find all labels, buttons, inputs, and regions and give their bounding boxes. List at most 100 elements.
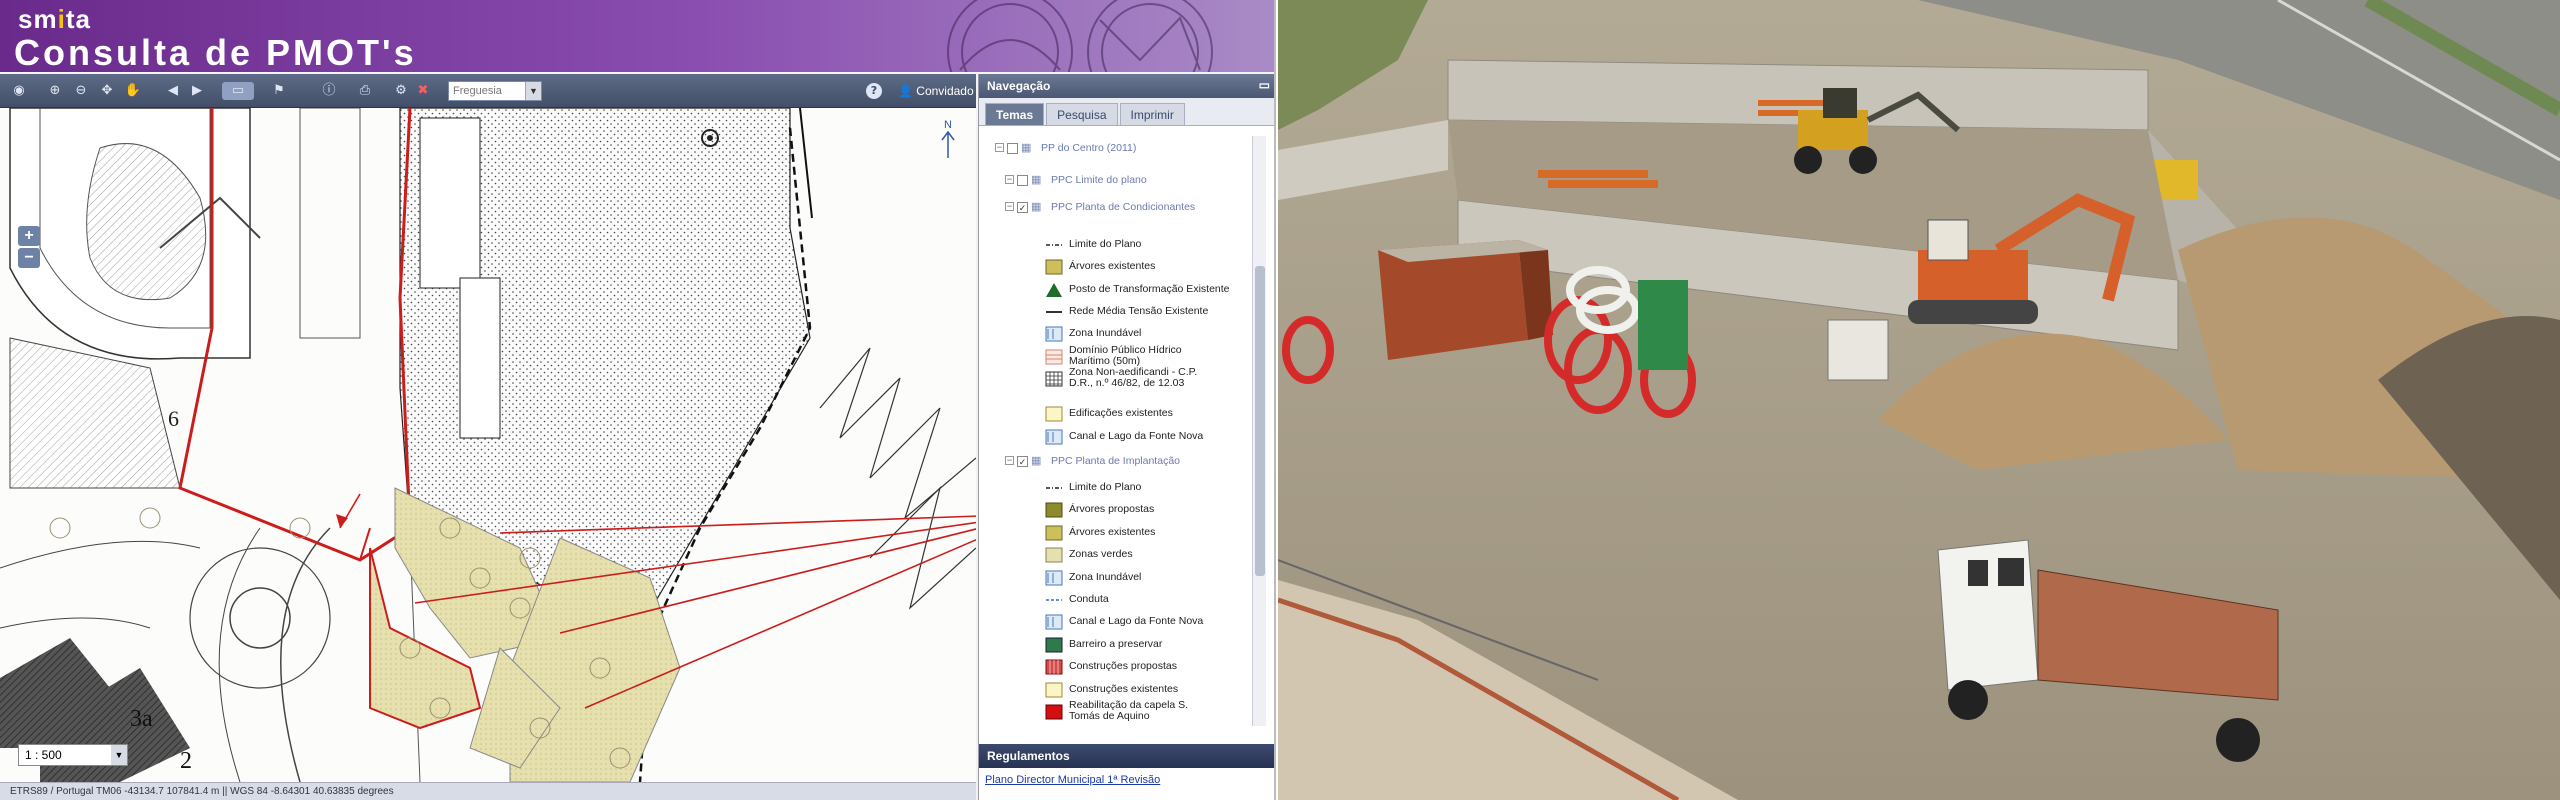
chevron-down-icon[interactable]: ▼ xyxy=(525,82,541,100)
legend-item: Árvores existentes xyxy=(979,523,1259,543)
legend-label: Canal e Lago da Fonte Nova xyxy=(1069,615,1204,628)
construction-site-photo xyxy=(1278,0,2560,800)
layer-group-label[interactable]: PPC Planta de Condicionantes xyxy=(1051,201,1195,213)
legend-label: Construções propostas xyxy=(1069,660,1177,673)
legend-item: Limite do Plano xyxy=(979,478,1259,498)
zoom-out-button[interactable]: − xyxy=(18,248,40,268)
tree-scrollbar[interactable] xyxy=(1252,136,1266,726)
hand-icon[interactable]: ✋ xyxy=(124,82,142,100)
freguesia-select[interactable]: Freguesia ▼ xyxy=(448,81,542,101)
legend-symbol-icon xyxy=(1045,682,1063,698)
layer-group[interactable]: − ▦ PP do Centro (2011) xyxy=(979,139,1259,159)
legend-item: Árvores existentes xyxy=(979,257,1259,277)
layer-group[interactable]: − ✓ ▦ PPC Planta de Condicionantes xyxy=(979,198,1259,218)
plot-label-2: 2 xyxy=(180,748,192,774)
plot-label-3a: 3a xyxy=(130,706,153,732)
legend-symbol-icon xyxy=(1045,614,1063,630)
layer-group[interactable]: − ✓ ▦ PPC Planta de Implantação xyxy=(979,452,1259,472)
legend-label: Posto de Transformação Existente xyxy=(1069,282,1230,295)
forward-icon[interactable]: ▶ xyxy=(188,82,206,100)
legend-item: Zonas verdes xyxy=(979,545,1259,565)
collapse-icon[interactable]: ▭ xyxy=(1259,78,1270,92)
panel-tabs: Temas Pesquisa Imprimir xyxy=(979,98,1274,126)
municipal-seal-icon xyxy=(947,0,1213,72)
print-icon[interactable]: ⎙ xyxy=(356,82,374,100)
expand-icon[interactable]: − xyxy=(995,142,1004,152)
legend-item: Zona Non-aedificandi - C.P. D.R., n.º 46… xyxy=(979,366,1259,390)
legend-label: Zona Non-aedificandi - C.P. D.R., n.º 46… xyxy=(1069,366,1198,390)
measure-icon[interactable]: ⚑ xyxy=(270,82,288,100)
scale-select[interactable]: 1 : 500 ▼ xyxy=(18,744,128,766)
info-icon[interactable]: ⓘ xyxy=(320,82,338,100)
layer-group[interactable]: − ▦ PPC Limite do plano xyxy=(979,171,1259,191)
legend-item: Zona Inundável xyxy=(979,568,1259,588)
regulamento-link[interactable]: Plano Director Municipal 1ª Revisão xyxy=(985,774,1160,786)
legend-label: Rede Média Tensão Existente xyxy=(1069,305,1209,317)
layer-tree: − ▦ PP do Centro (2011) − ▦ PPC Limite do pla… xyxy=(979,126,1259,736)
help-icon[interactable]: ? xyxy=(866,83,882,99)
legend-item: Limite do Plano xyxy=(979,235,1259,255)
layer-group-label[interactable]: PP do Centro (2011) xyxy=(1041,142,1136,154)
expand-icon[interactable]: − xyxy=(1005,174,1014,184)
panel-title: Navegação xyxy=(987,79,1051,93)
pan-icon[interactable]: ✥ xyxy=(98,82,116,100)
clear-icon[interactable]: ✖ xyxy=(414,82,432,100)
layer-checkbox[interactable]: ✓ xyxy=(1017,202,1028,213)
legend-symbol-icon xyxy=(1045,304,1063,320)
cadastral-plan: 6 3a 2 N xyxy=(0,108,976,782)
full-extent-icon[interactable]: ◉ xyxy=(10,82,28,100)
layer-group-label[interactable]: PPC Limite do plano xyxy=(1051,174,1147,186)
map-canvas[interactable]: 6 3a 2 N + − xyxy=(0,108,976,782)
layer-group-label[interactable]: PPC Planta de Implantação xyxy=(1051,455,1180,467)
legend-item: Edificações existentes xyxy=(979,404,1259,424)
scrollbar-thumb[interactable] xyxy=(1255,266,1265,576)
legend-symbol-icon xyxy=(1045,502,1063,518)
layer-icon: ▦ xyxy=(1031,173,1042,186)
north-label: N xyxy=(944,119,952,131)
legend-label: Árvores existentes xyxy=(1069,260,1156,273)
tab-pesquisa[interactable]: Pesquisa xyxy=(1046,103,1118,125)
legend-label: Zona Inundável xyxy=(1069,327,1142,340)
layer-icon: ▦ xyxy=(1031,455,1042,468)
settings-icon[interactable]: ⚙ xyxy=(392,82,410,100)
tab-temas[interactable]: Temas xyxy=(985,103,1045,125)
legend-item: Conduta xyxy=(979,590,1259,610)
user-label[interactable]: 👤 Convidado xyxy=(898,84,974,98)
chevron-down-icon[interactable]: ▼ xyxy=(111,745,127,765)
select-tool-icon[interactable]: ▭ xyxy=(222,82,254,100)
layer-icon: ▦ xyxy=(1031,201,1042,213)
legend-label: Árvores propostas xyxy=(1069,503,1155,516)
legend-symbol-icon xyxy=(1045,547,1063,563)
legend-symbol-icon xyxy=(1045,570,1063,586)
legend-symbol-icon xyxy=(1045,659,1063,675)
back-icon[interactable]: ◀ xyxy=(164,82,182,100)
navigation-panel: Navegação ▭ Temas Pesquisa Imprimir − ▦ PP d… xyxy=(978,74,1274,800)
expand-icon[interactable]: − xyxy=(1005,202,1014,211)
legend-label: Construções existentes xyxy=(1069,682,1179,695)
map-toolbar: ◉ ⊕ ⊖ ✥ ✋ ◀ ▶ ▭ ⚑ ⓘ ⎙ ⚙ ✖ Freguesia ▼ ? … xyxy=(0,74,976,108)
layer-checkbox[interactable]: ✓ xyxy=(1017,456,1028,468)
expand-icon[interactable]: − xyxy=(1005,456,1014,466)
zoom-in-button[interactable]: + xyxy=(18,226,40,246)
tab-imprimir[interactable]: Imprimir xyxy=(1119,103,1185,125)
legend-item: Construções propostas xyxy=(979,657,1259,677)
legend-symbol-icon xyxy=(1045,525,1063,541)
freguesia-placeholder: Freguesia xyxy=(453,85,502,97)
legend-label: Domínio Público Hídrico Marítimo (50m) xyxy=(1069,343,1182,367)
smita-logo: smita xyxy=(18,4,91,34)
layer-checkbox[interactable] xyxy=(1017,174,1028,186)
pmot-app-window: smita Consulta de PMOT's ◉ ⊕ ⊖ ✥ ✋ ◀ ▶ ▭… xyxy=(0,0,1276,800)
legend-symbol-icon xyxy=(1045,637,1063,653)
portable-toilet xyxy=(1638,280,1688,370)
coordinate-statusbar: ETRS89 / Portugal TM06 -43134.7 107841.4… xyxy=(0,782,976,800)
zoom-out-icon[interactable]: ⊖ xyxy=(72,82,90,100)
regulamentos-header: Regulamentos xyxy=(979,744,1274,768)
legend-item: Árvores propostas xyxy=(979,500,1259,520)
plot-label-6: 6 xyxy=(168,406,179,431)
water-tank xyxy=(1827,319,1889,381)
legend-symbol-icon xyxy=(1045,349,1063,365)
zoom-in-icon[interactable]: ⊕ xyxy=(46,82,64,100)
legend-item: Barreiro a preservar xyxy=(979,635,1259,655)
legend-symbol-icon xyxy=(1045,429,1063,445)
layer-checkbox[interactable] xyxy=(1007,142,1018,154)
